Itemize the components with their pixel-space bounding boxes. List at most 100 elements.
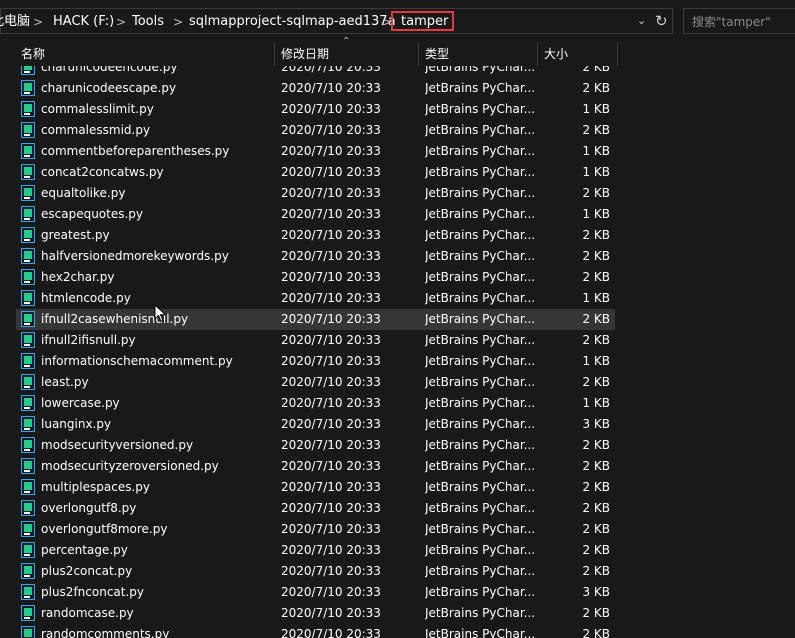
- breadcrumb-current: tamper: [401, 14, 449, 29]
- file-modified-date: 2020/7/10 20:33: [281, 249, 381, 263]
- chevron-down-icon[interactable]: ⌄: [637, 14, 646, 27]
- column-divider[interactable]: [617, 42, 618, 66]
- file-modified-date: 2020/7/10 20:33: [281, 66, 381, 74]
- file-row[interactable]: overlongutf8more.py 2020/7/10 20:33 JetBra…: [0, 519, 795, 540]
- file-row[interactable]: multiplespaces.py 2020/7/10 20:33 JetBrain…: [0, 477, 795, 498]
- file-row[interactable]: ifnull2casewhenisnull.py 2020/7/10 20:33 J…: [0, 309, 795, 330]
- file-row[interactable]: informationschemacomment.py 2020/7/10 20:…: [0, 351, 795, 372]
- file-size: 3 KB: [582, 585, 610, 599]
- file-modified-date: 2020/7/10 20:33: [281, 459, 381, 473]
- file-row[interactable]: equaltolike.py 2020/7/10 20:33 JetBrains P…: [0, 183, 795, 204]
- breadcrumb-separator[interactable]: >: [173, 14, 183, 30]
- breadcrumb-separator[interactable]: >: [116, 14, 126, 30]
- file-modified-date: 2020/7/10 20:33: [281, 333, 381, 347]
- column-header-name[interactable]: 名称: [21, 46, 45, 62]
- file-row[interactable]: percentage.py 2020/7/10 20:33 JetBrains Py…: [0, 540, 795, 561]
- file-modified-date: 2020/7/10 20:33: [281, 417, 381, 431]
- file-modified-date: 2020/7/10 20:33: [281, 375, 381, 389]
- pycharm-file-icon: [21, 563, 35, 579]
- file-size: 2 KB: [582, 543, 610, 557]
- column-divider[interactable]: [418, 42, 419, 66]
- file-size: 2 KB: [582, 81, 610, 95]
- pycharm-file-icon: [21, 269, 35, 285]
- file-modified-date: 2020/7/10 20:33: [281, 564, 381, 578]
- file-row[interactable]: plus2concat.py 2020/7/10 20:33 JetBrains P…: [0, 561, 795, 582]
- file-size: 2 KB: [582, 312, 610, 326]
- file-row[interactable]: randomcomments.py 2020/7/10 20:33 JetBrain…: [0, 624, 795, 638]
- column-divider[interactable]: [274, 42, 275, 66]
- file-row[interactable]: commalessmid.py 2020/7/10 20:33 JetBrains …: [0, 120, 795, 141]
- file-type: JetBrains PyChar...: [425, 627, 535, 638]
- file-size: 2 KB: [582, 123, 610, 137]
- breadcrumb-drive[interactable]: HACK (F:): [53, 14, 114, 30]
- column-divider[interactable]: [537, 42, 538, 66]
- address-bar[interactable]: 此电脑 > HACK (F:) > Tools > sqlmapproject-…: [0, 8, 673, 34]
- file-name: concat2concatws.py: [41, 165, 164, 179]
- file-row[interactable]: htmlencode.py 2020/7/10 20:33 JetBrains Py…: [0, 288, 795, 309]
- file-type: JetBrains PyChar...: [425, 249, 535, 263]
- file-size: 1 KB: [582, 354, 610, 368]
- refresh-icon[interactable]: ↻: [655, 12, 668, 30]
- file-size: 2 KB: [582, 627, 610, 638]
- file-row[interactable]: escapequotes.py 2020/7/10 20:33 JetBrains …: [0, 204, 795, 225]
- pycharm-file-icon: [21, 437, 35, 453]
- file-name: overlongutf8.py: [41, 501, 137, 515]
- pycharm-file-icon: [21, 353, 35, 369]
- file-row[interactable]: charunicodeescape.py 2020/7/10 20:33 JetBr…: [0, 78, 795, 99]
- file-row[interactable]: least.py 2020/7/10 20:33 JetBrains PyChar.…: [0, 372, 795, 393]
- file-row[interactable]: commalesslimit.py 2020/7/10 20:33 JetBrain…: [0, 99, 795, 120]
- file-type: JetBrains PyChar...: [425, 291, 535, 305]
- file-row[interactable]: plus2fnconcat.py 2020/7/10 20:33 JetBrains…: [0, 582, 795, 603]
- breadcrumb-separator[interactable]: >: [33, 14, 43, 30]
- file-size: 2 KB: [582, 501, 610, 515]
- pycharm-file-icon: [21, 458, 35, 474]
- file-row[interactable]: lowercase.py 2020/7/10 20:33 JetBrains PyC…: [0, 393, 795, 414]
- column-header-size[interactable]: 大小: [544, 46, 568, 62]
- file-row[interactable]: halfversionedmorekeywords.py 2020/7/10 20…: [0, 246, 795, 267]
- file-type: JetBrains PyChar...: [425, 417, 535, 431]
- breadcrumb-tools[interactable]: Tools: [132, 14, 164, 30]
- file-size: 2 KB: [582, 438, 610, 452]
- file-row[interactable]: greatest.py 2020/7/10 20:33 JetBrains PyCh…: [0, 225, 795, 246]
- column-header-modified[interactable]: 修改日期: [281, 46, 329, 62]
- pycharm-file-icon: [21, 626, 35, 638]
- file-type: JetBrains PyChar...: [425, 165, 535, 179]
- file-name: charunicodeescape.py: [41, 81, 177, 95]
- file-type: JetBrains PyChar...: [425, 501, 535, 515]
- file-row[interactable]: modsecurityversioned.py 2020/7/10 20:33 Je…: [0, 435, 795, 456]
- file-row[interactable]: charunicodeencode.py 2020/7/10 20:33 JetBr…: [0, 66, 795, 78]
- breadcrumb-this-pc[interactable]: 此电脑: [0, 14, 30, 30]
- pycharm-file-icon: [21, 395, 35, 411]
- breadcrumb-current-highlight[interactable]: tamper: [391, 11, 454, 31]
- pycharm-file-icon: [21, 227, 35, 243]
- pycharm-file-icon: [21, 248, 35, 264]
- file-name: charunicodeencode.py: [41, 66, 178, 74]
- search-box[interactable]: 搜索"tamper": [683, 8, 795, 34]
- file-modified-date: 2020/7/10 20:33: [281, 312, 381, 326]
- pycharm-file-icon: [21, 122, 35, 138]
- file-row[interactable]: concat2concatws.py 2020/7/10 20:33 JetBrai…: [0, 162, 795, 183]
- pycharm-file-icon: [21, 311, 35, 327]
- file-name: hex2char.py: [41, 270, 115, 284]
- column-header-type[interactable]: 类型: [425, 46, 449, 62]
- file-size: 1 KB: [582, 165, 610, 179]
- pycharm-file-icon: [21, 290, 35, 306]
- file-size: 1 KB: [582, 144, 610, 158]
- pycharm-file-icon: [21, 66, 35, 75]
- file-row[interactable]: ifnull2ifisnull.py 2020/7/10 20:33 JetBrai…: [0, 330, 795, 351]
- file-row[interactable]: overlongutf8.py 2020/7/10 20:33 JetBrains …: [0, 498, 795, 519]
- file-size: 2 KB: [582, 606, 610, 620]
- column-header-row: 名称 ⌃ 修改日期 类型 大小: [0, 36, 795, 66]
- file-name: plus2fnconcat.py: [41, 585, 145, 599]
- file-row[interactable]: commentbeforeparentheses.py 2020/7/10 20:…: [0, 141, 795, 162]
- file-row[interactable]: modsecurityzeroversioned.py 2020/7/10 20:…: [0, 456, 795, 477]
- pycharm-file-icon: [21, 164, 35, 180]
- file-row[interactable]: luanginx.py 2020/7/10 20:33 JetBrains PyCh…: [0, 414, 795, 435]
- breadcrumb-sqlmap[interactable]: sqlmapproject-sqlmap-aed137a: [189, 14, 396, 30]
- file-type: JetBrains PyChar...: [425, 375, 535, 389]
- file-modified-date: 2020/7/10 20:33: [281, 480, 381, 494]
- file-row[interactable]: hex2char.py 2020/7/10 20:33 JetBrains PyCh…: [0, 267, 795, 288]
- file-name: ifnull2ifisnull.py: [41, 333, 136, 347]
- file-name: greatest.py: [41, 228, 110, 242]
- file-row[interactable]: randomcase.py 2020/7/10 20:33 JetBrains Py…: [0, 603, 795, 624]
